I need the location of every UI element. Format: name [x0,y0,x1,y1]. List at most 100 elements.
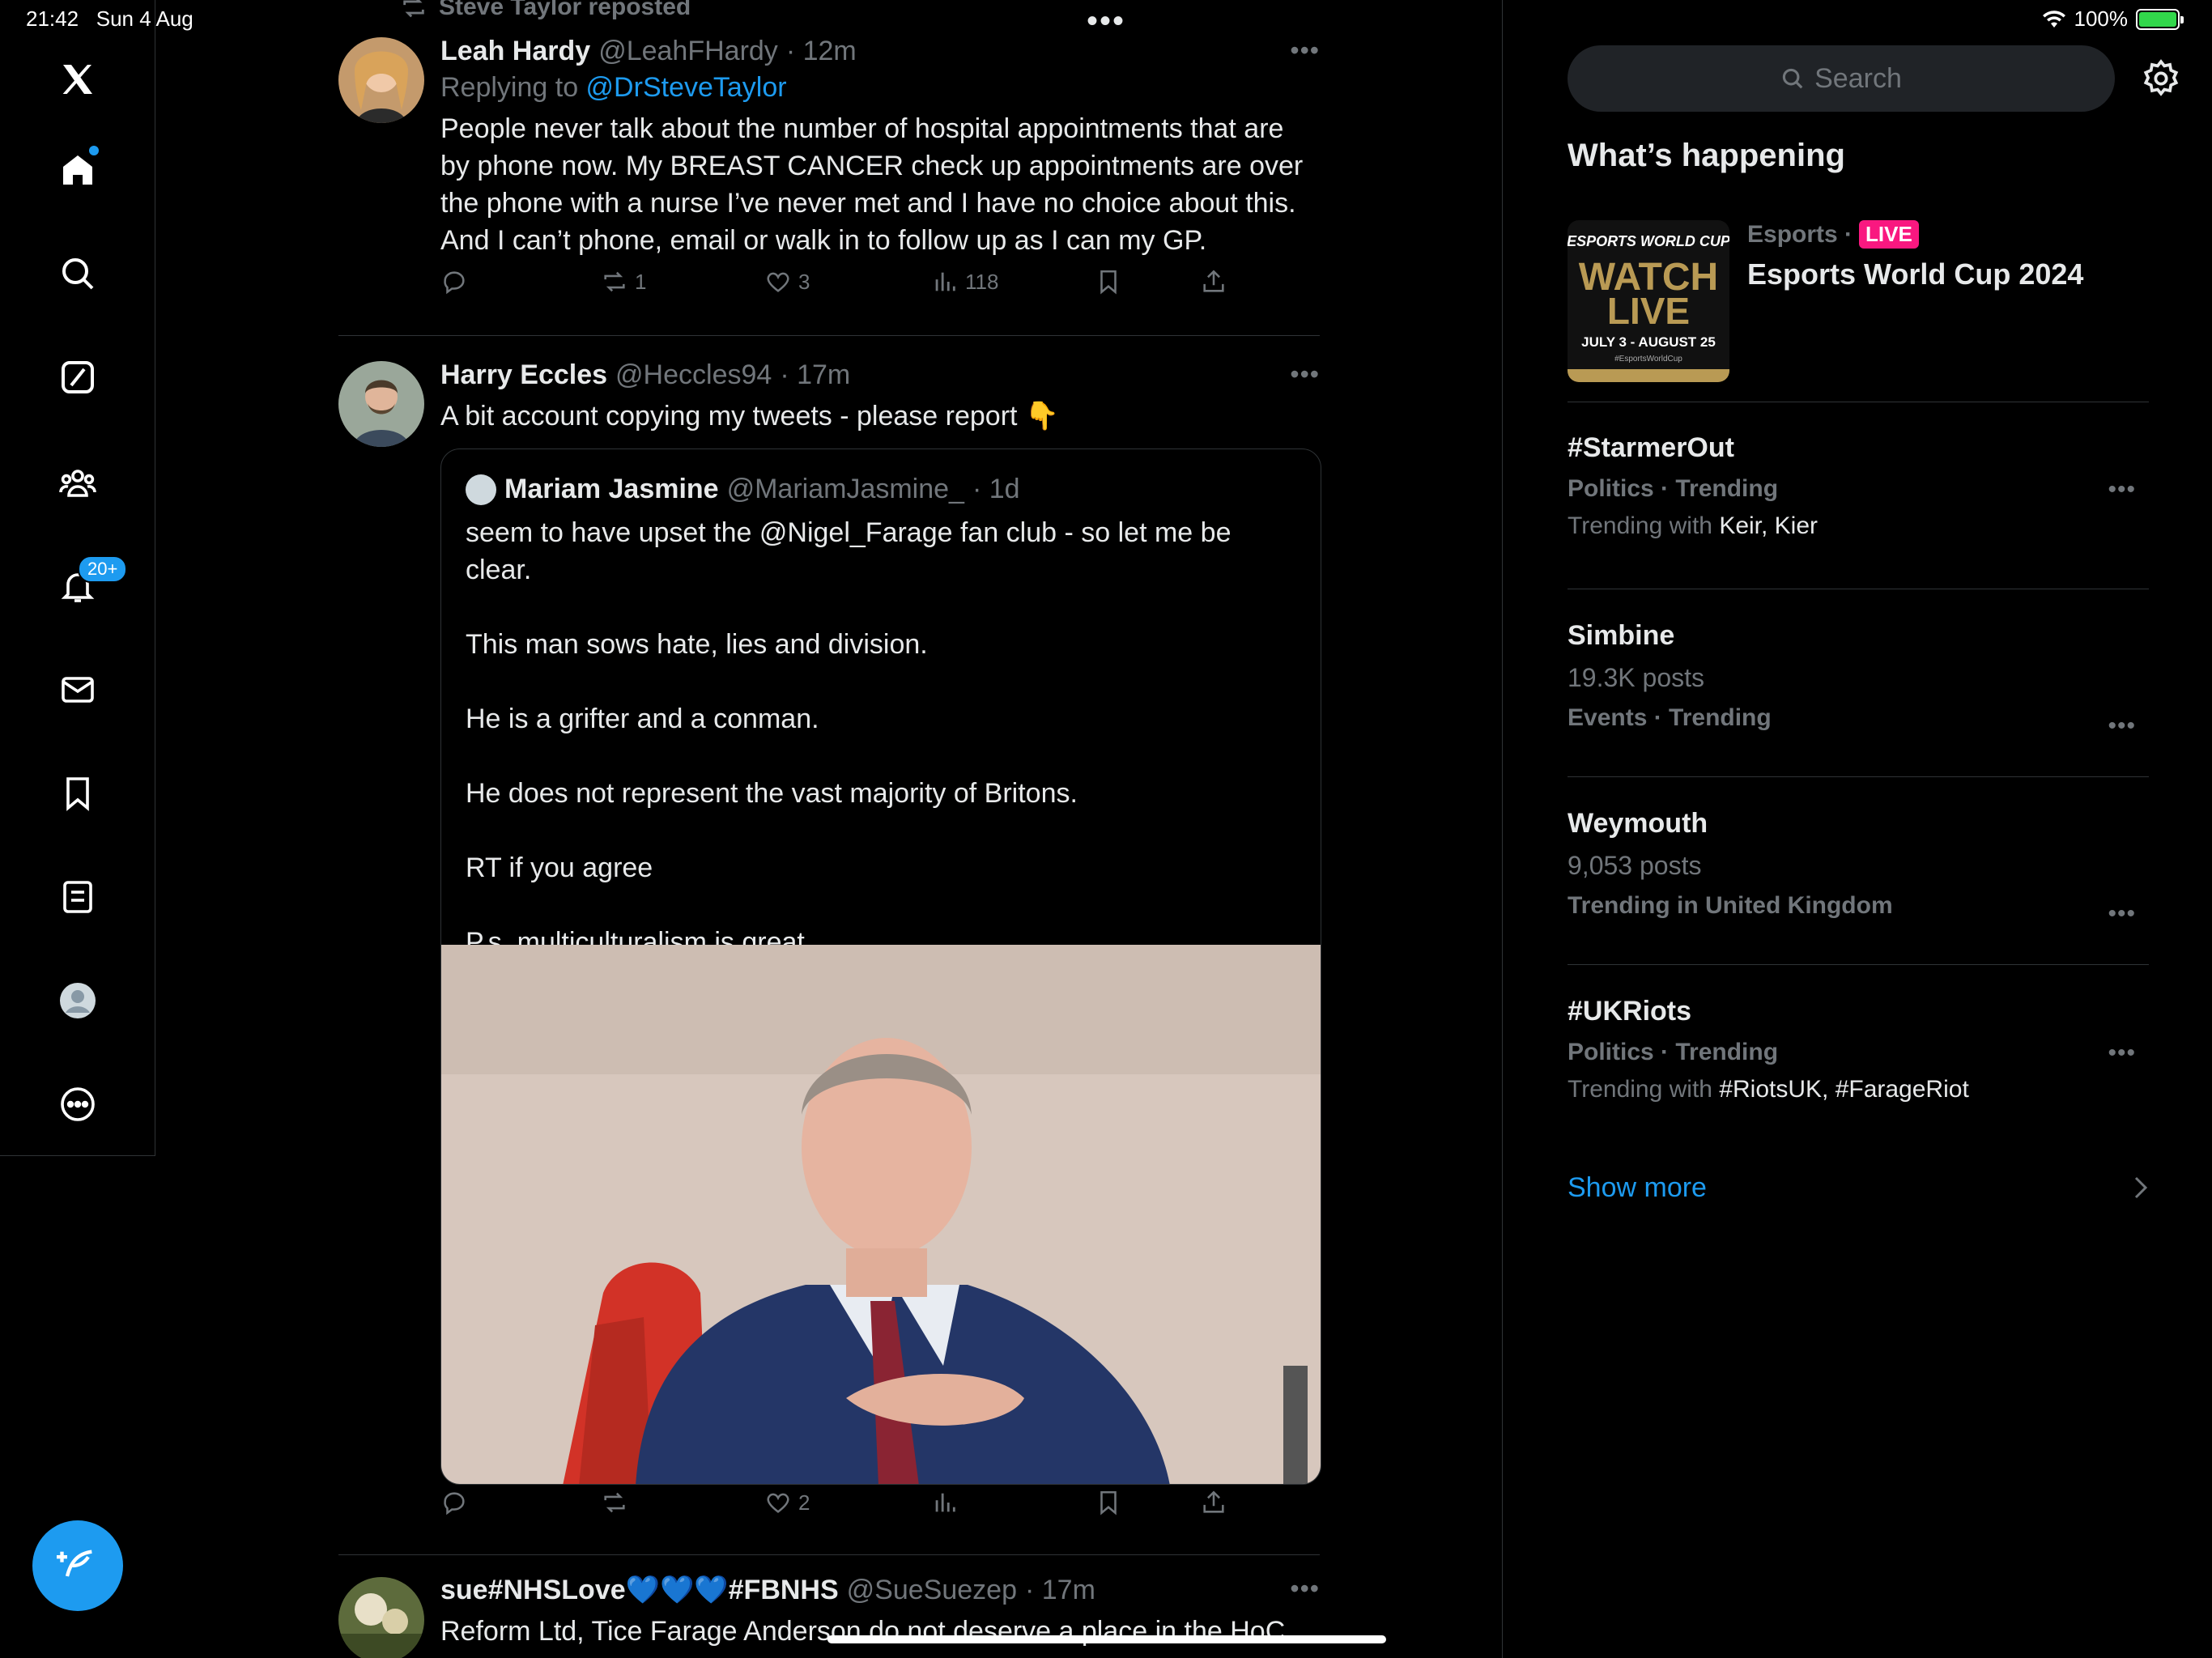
chevron-right-icon[interactable] [2131,1175,2150,1200]
trend-name: Weymouth [1568,808,1708,839]
tweet-more-icon[interactable]: ••• [1290,1574,1320,1604]
like-count: 3 [798,269,810,294]
like-count: 2 [798,1490,810,1515]
communities-icon[interactable] [45,450,110,515]
bookmark-icon [1100,270,1117,295]
x-logo-icon[interactable] [45,47,110,112]
trend-related-values: #RiotsUK, #FarageRiot [1719,1076,1969,1103]
author-name[interactable]: Leah Hardy [440,36,590,67]
repost-icon [403,0,424,18]
quoted-tweet-header: Mariam Jasmine @MariamJasmine_ · 1d [466,474,1020,505]
bookmark-button[interactable] [1095,1489,1122,1516]
tweet[interactable]: Harry Eccles @Heccles94 · 17m ••• A bit … [338,359,1320,447]
view-count: 118 [965,269,999,294]
settings-gear-icon[interactable] [2141,58,2181,99]
quoted-tweet[interactable]: Mariam Jasmine @MariamJasmine_ · 1d seem… [440,449,1321,1485]
views-button[interactable]: 118 [931,268,998,295]
tweet[interactable]: sue#NHSLove💙💙💙#FBNHS @SueSuezep · 17m ••… [338,1574,1320,1658]
tweet-header: sue#NHSLove💙💙💙#FBNHS @SueSuezep · 17m [440,1574,1320,1606]
trend-more-icon[interactable]: ••• [2108,1039,2136,1067]
quoted-tweet-time: · 1d [972,474,1020,504]
reply-button[interactable] [440,268,468,295]
tweet-more-icon[interactable]: ••• [1290,359,1320,389]
tweet-body: Leah Hardy @LeahFHardy · 12m ••• Replyin… [440,36,1320,259]
quoted-avatar [466,474,496,505]
trend-related: Trending with Keir, Kier [1568,512,2149,540]
quoted-paragraph: He does not represent the vast majority … [466,778,1078,809]
home-indicator[interactable] [827,1635,1386,1643]
notifications-icon[interactable]: 20+ [45,554,128,619]
tweet-text: People never talk about the number of ho… [440,110,1320,259]
bookmark-button[interactable] [1095,268,1122,295]
search-input[interactable]: Search [1568,45,2115,112]
feed-handle-dots-icon[interactable]: ••• [1087,3,1125,40]
trend-related-prefix: Trending with [1568,512,1720,539]
repost-count: 1 [635,269,647,294]
more-options-icon[interactable] [45,1072,110,1137]
promo-category: Esports · LIVE [1747,220,1919,249]
views-button[interactable] [931,1489,959,1516]
bookmarks-icon[interactable] [45,761,110,826]
promo-dates-text: JULY 3 - AUGUST 25 [1581,334,1716,350]
tweet-text-line: by phone now. My BREAST CANCER check up … [440,151,1304,181]
tweet-text-line: And I can’t phone, email or walk in to f… [440,225,1207,256]
author-handle[interactable]: @SueSuezep [847,1575,1017,1606]
promo-brand-text: ESPORTS WORLD CUP [1568,233,1729,249]
home-icon[interactable] [45,138,110,202]
lists-icon[interactable] [45,865,110,929]
tweet-text-line: the phone with a nurse I’ve never met an… [440,188,1296,219]
trend-post-count: 19.3K posts [1568,663,1704,692]
compose-post-button[interactable] [32,1520,123,1611]
trend-more-icon[interactable]: ••• [2108,476,2136,504]
avatar[interactable] [338,37,424,123]
messages-icon[interactable] [45,657,110,722]
tweet-text-line: People never talk about the number of ho… [440,113,1284,144]
search-icon[interactable] [45,241,110,306]
tweet-time[interactable]: · 17m [780,359,850,391]
tweet-time[interactable]: · 17m [1025,1575,1095,1606]
tweet-more-icon[interactable]: ••• [1290,36,1320,66]
profile-avatar-icon[interactable] [45,968,110,1033]
promo-title[interactable]: Esports World Cup 2024 [1747,257,2083,291]
like-button[interactable]: 3 [764,268,810,295]
author-name[interactable]: sue#NHSLove💙💙💙#FBNHS [440,1574,839,1606]
notifications-badge: 20+ [78,555,128,583]
trend-item[interactable]: #UKRiots Politics · Trending Trending wi… [1568,996,2149,1125]
trend-name: #StarmerOut [1568,432,1734,463]
tweet-time[interactable]: · 12m [786,36,857,67]
avatar[interactable] [338,361,424,447]
feather-plus-icon [57,1550,92,1577]
bookmark-icon [1100,1490,1117,1516]
trend-item[interactable]: Simbine 19.3K posts Events · Trending ••… [1568,620,2149,750]
trend-item[interactable]: #StarmerOut Politics · Trending Trending… [1568,432,2149,562]
author-handle[interactable]: @Heccles94 [615,359,772,391]
quoted-tweet-photo[interactable] [441,945,1321,1484]
tweet-divider [338,335,1320,336]
reply-button[interactable] [440,1489,468,1516]
author-handle[interactable]: @LeahFHardy [598,36,778,67]
trend-more-icon[interactable]: ••• [2108,712,2136,740]
like-button[interactable]: 2 [764,1489,810,1516]
share-button[interactable] [1200,268,1227,295]
share-button[interactable] [1200,1489,1227,1516]
tweet[interactable]: Leah Hardy @LeahFHardy · 12m ••• Replyin… [338,36,1320,327]
reply-to-link[interactable]: @DrSteveTaylor [586,72,787,103]
share-icon [1203,1490,1224,1513]
esports-promo-image[interactable]: ESPORTS WORLD CUP WATCH LIVE JULY 3 - AU… [1568,220,1729,382]
promo-hashtag-text: #EsportsWorldCup [1614,355,1682,363]
reply-prefix: Replying to [440,72,586,103]
repost-button[interactable]: 1 [601,268,646,295]
status-indicators: 100% [2042,6,2184,32]
author-name[interactable]: Harry Eccles [440,359,607,391]
avatar[interactable] [338,1577,424,1658]
show-more-link[interactable]: Show more [1568,1172,1707,1204]
battery-percent: 100% [2074,6,2129,31]
trend-item[interactable]: Weymouth 9,053 posts Trending in United … [1568,808,2149,937]
search-icon [1782,68,1803,89]
tweet-header: Leah Hardy @LeahFHardy · 12m [440,36,1320,67]
repost-button[interactable] [601,1489,628,1516]
trend-more-icon[interactable]: ••• [2108,900,2136,928]
trend-post-count: 9,053 posts [1568,851,1702,880]
whats-happening-title: What’s happening [1568,138,1845,173]
grok-icon[interactable] [45,345,110,410]
